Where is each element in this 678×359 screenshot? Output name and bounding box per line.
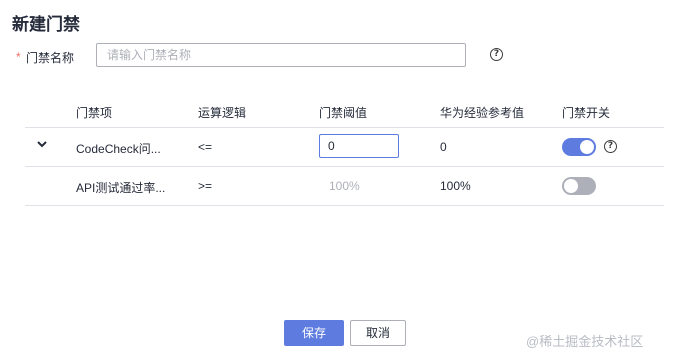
header-switch: 门禁开关 bbox=[562, 106, 611, 120]
header-operator: 运算逻辑 bbox=[198, 106, 247, 120]
gate-switch[interactable] bbox=[562, 177, 596, 195]
gate-item-name: API测试通过率... bbox=[76, 181, 166, 195]
switch-knob bbox=[564, 179, 578, 193]
save-button[interactable]: 保存 bbox=[284, 320, 344, 346]
cancel-button[interactable]: 取消 bbox=[350, 320, 406, 346]
reference-value: 0 bbox=[440, 140, 447, 154]
question-circle-icon[interactable]: ? bbox=[490, 48, 503, 61]
operator-value: >= bbox=[198, 179, 213, 193]
page-title: 新建门禁 bbox=[12, 15, 80, 34]
watermark: @稀土掘金技术社区 bbox=[526, 334, 644, 349]
switch-knob bbox=[580, 140, 594, 154]
gate-name-input[interactable] bbox=[96, 43, 466, 67]
gate-table: 门禁项 运算逻辑 门禁阈值 华为经验参考值 门禁开关 CodeCheck问...… bbox=[25, 98, 664, 206]
gate-item-name: CodeCheck问... bbox=[76, 142, 161, 156]
threshold-value: 100% bbox=[329, 179, 360, 193]
header-reference: 华为经验参考值 bbox=[440, 106, 525, 120]
threshold-input[interactable] bbox=[319, 134, 399, 158]
table-row: CodeCheck问... <= 0 ? bbox=[25, 128, 664, 167]
required-mark: * bbox=[16, 50, 21, 64]
gate-name-row: * 门禁名称 ? bbox=[12, 43, 652, 69]
gate-switch[interactable] bbox=[562, 138, 596, 156]
gate-name-label: 门禁名称 bbox=[26, 51, 75, 65]
operator-value: <= bbox=[198, 140, 213, 154]
question-circle-icon[interactable]: ? bbox=[604, 140, 617, 153]
chevron-down-icon[interactable] bbox=[35, 137, 49, 151]
reference-value: 100% bbox=[440, 179, 471, 193]
table-header: 门禁项 运算逻辑 门禁阈值 华为经验参考值 门禁开关 bbox=[25, 98, 664, 128]
table-row: API测试通过率... >= 100% 100% bbox=[25, 167, 664, 206]
header-threshold: 门禁阈值 bbox=[319, 106, 368, 120]
header-gate-item: 门禁项 bbox=[76, 106, 113, 120]
